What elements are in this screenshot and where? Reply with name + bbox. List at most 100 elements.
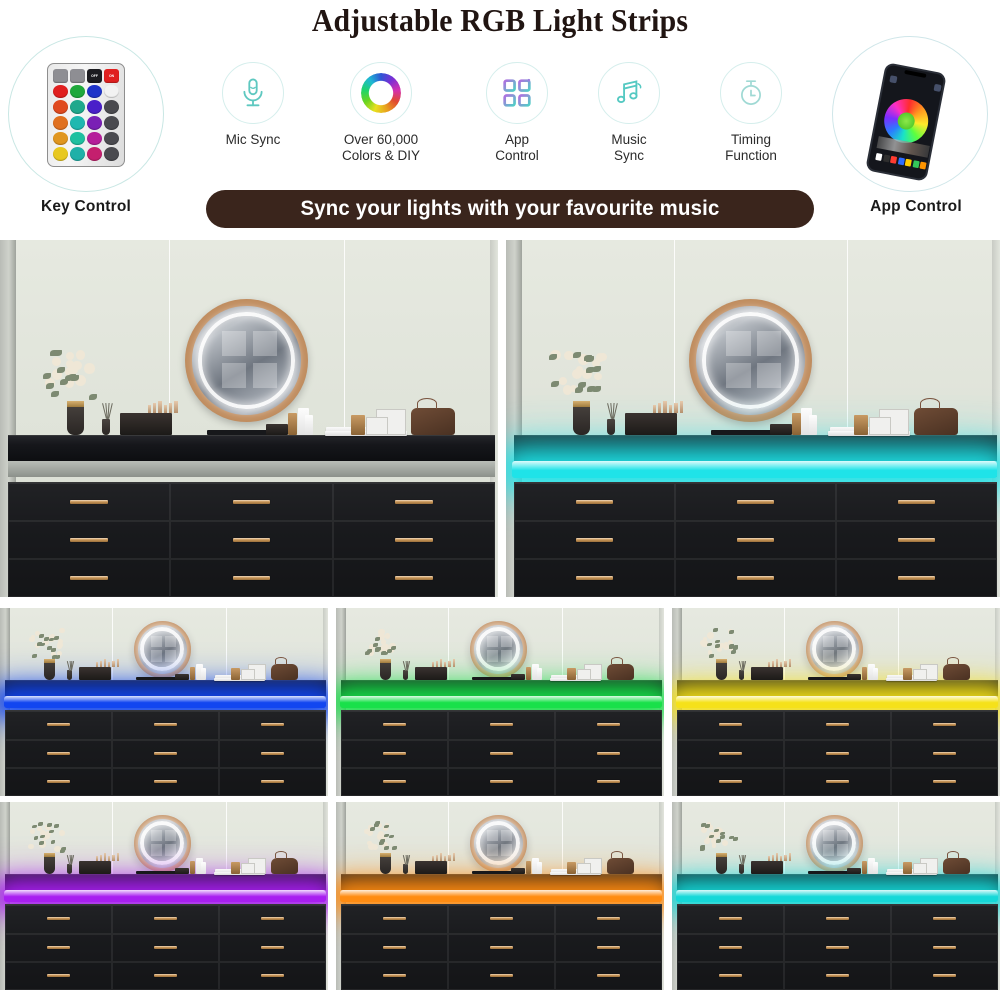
- remote-button: [53, 100, 68, 114]
- reed-diffuser: [403, 864, 408, 874]
- header-section: Adjustable RGB Light Strips OFF ON Key Co…: [0, 0, 1000, 240]
- remote-button: [104, 116, 119, 130]
- shelf-tray: [808, 677, 851, 680]
- lipstick: [453, 659, 455, 666]
- lipstick: [440, 659, 442, 666]
- lipstick: [674, 403, 677, 413]
- mirror-reflection-pane: [253, 363, 278, 388]
- floating-shelf: [8, 435, 495, 462]
- remote-button: [53, 147, 68, 161]
- remote-button: [70, 85, 85, 99]
- leaf: [729, 630, 734, 634]
- leaf: [49, 830, 54, 834]
- remote-control-icon: OFF ON: [47, 63, 125, 167]
- dresser-drawer: [555, 905, 662, 933]
- feature-label: Over 60,000 Colors & DIY: [326, 132, 436, 163]
- phone-swatch: [883, 154, 890, 162]
- drawer-handle: [70, 500, 107, 504]
- drawer-handle: [233, 500, 270, 504]
- mirror-reflection-pane: [151, 844, 162, 855]
- leaf: [54, 636, 59, 640]
- handbag-handle: [275, 851, 287, 858]
- handbag-handle: [611, 657, 623, 664]
- leaf: [392, 846, 397, 850]
- leaf: [365, 651, 370, 655]
- dresser-drawer: [514, 559, 675, 597]
- key-control-label: Key Control: [0, 198, 186, 216]
- lipstick-row: [96, 660, 119, 667]
- dresser-drawer: [5, 740, 112, 768]
- cosmetic-jar: [770, 424, 792, 435]
- dresser-drawer: [891, 905, 998, 933]
- flower: [58, 639, 63, 644]
- leaf: [54, 824, 59, 828]
- leaf: [709, 654, 714, 658]
- lipstick: [776, 659, 778, 666]
- dresser-drawer: [784, 962, 891, 990]
- banner-text: Sync your lights with your favourite mus…: [300, 197, 719, 221]
- leaf: [389, 835, 394, 839]
- reed-diffuser: [607, 419, 615, 435]
- cosmetic-jar: [266, 424, 288, 435]
- phone-swatch: [875, 153, 882, 161]
- leaf: [383, 652, 388, 656]
- drawer-handle: [490, 780, 513, 783]
- dresser-drawer: [677, 905, 784, 933]
- drawer-handle: [576, 500, 613, 504]
- wall-panel-seam: [226, 802, 227, 874]
- wall-panel-seam: [898, 802, 899, 874]
- black-dresser: [677, 904, 998, 990]
- leather-handbag: [271, 664, 298, 681]
- photo-frame-small: [577, 669, 591, 680]
- leaf: [38, 822, 43, 826]
- brush-holder: [567, 862, 576, 874]
- drawer-handle: [490, 917, 513, 920]
- makeup-organizer: [120, 413, 172, 435]
- round-led-mirror: [806, 815, 862, 871]
- leaf: [370, 827, 375, 831]
- makeup-organizer: [415, 667, 447, 681]
- dresser-drawer: [677, 711, 784, 739]
- dresser-drawer: [341, 768, 448, 796]
- black-dresser: [341, 710, 662, 796]
- mirror-reflection-pane: [487, 844, 498, 855]
- leaf: [51, 648, 56, 652]
- wall-panel-seam: [784, 608, 785, 680]
- flower: [704, 839, 709, 844]
- drawer-handle: [47, 974, 70, 977]
- feature-label: Mic Sync: [198, 132, 308, 148]
- dresser-drawer: [555, 934, 662, 962]
- dresser-scene: [672, 608, 1000, 796]
- lipstick: [169, 403, 172, 413]
- drawer-handle: [261, 752, 284, 755]
- feature-label: Music Sync: [574, 132, 684, 163]
- dresser-drawer: [8, 521, 170, 559]
- floating-shelf: [341, 680, 662, 696]
- remote-button: [87, 100, 102, 114]
- leaf: [707, 643, 712, 647]
- mirror-reflection-pane: [757, 331, 782, 356]
- drawer-handle: [70, 576, 107, 580]
- drawer-handle: [47, 917, 70, 920]
- leaf: [587, 386, 595, 392]
- flower-bouquet: [42, 349, 104, 401]
- floating-shelf: [677, 874, 998, 890]
- mirror-led-ring: [812, 627, 856, 671]
- drawer-handle: [719, 917, 742, 920]
- makeup-organizer: [79, 667, 111, 681]
- dresser-drawer: [5, 768, 112, 796]
- leaf: [578, 382, 586, 388]
- serum-bottle: [201, 862, 206, 874]
- dresser-drawer: [219, 740, 326, 768]
- phone-top-icons: [889, 75, 941, 92]
- wall-panel-seam: [562, 802, 563, 874]
- photo-frame-small: [913, 669, 927, 680]
- flower: [28, 844, 34, 850]
- drawer-handle: [47, 780, 70, 783]
- lipstick: [436, 661, 438, 667]
- drawer-handle: [233, 538, 270, 542]
- drawer-handle: [383, 780, 406, 783]
- lipstick: [96, 856, 98, 861]
- dresser-drawer: [675, 559, 836, 597]
- remote-button: [87, 147, 102, 161]
